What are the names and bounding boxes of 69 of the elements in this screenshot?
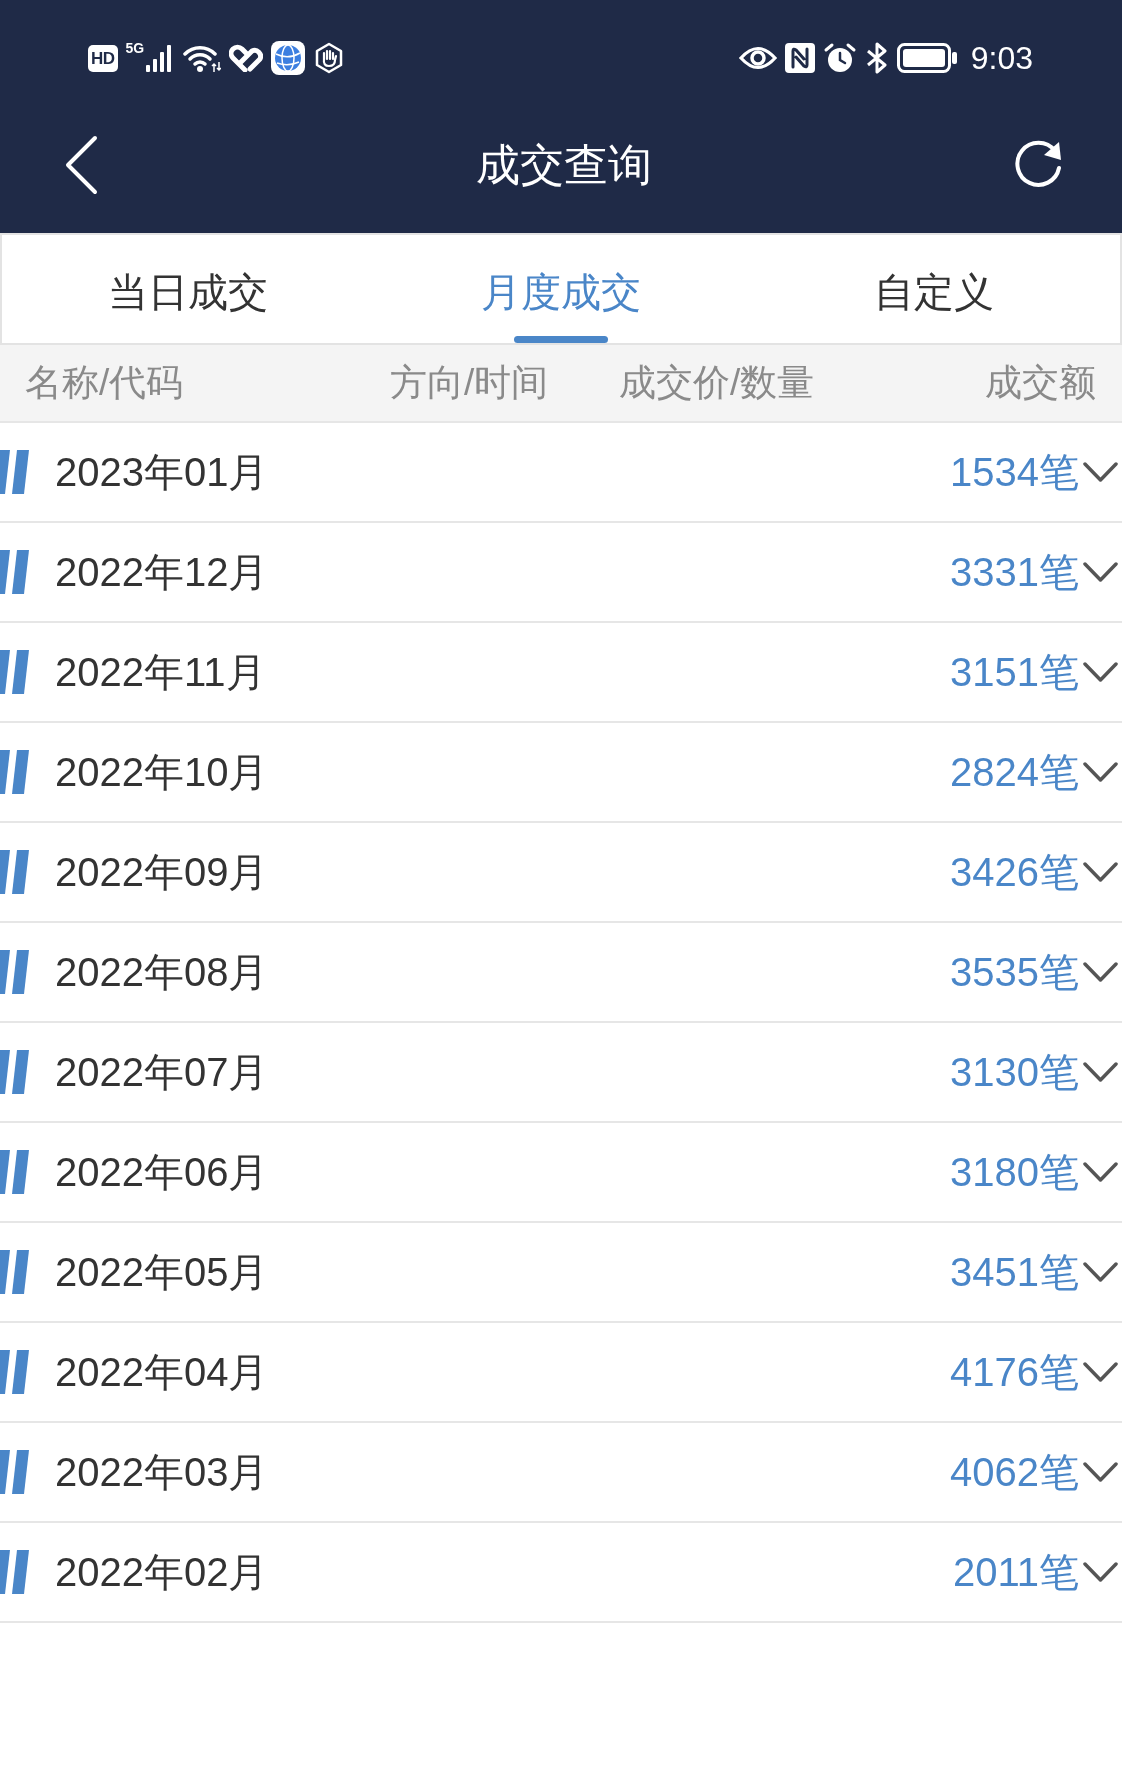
page-title: 成交查询 bbox=[476, 138, 652, 191]
month-label: 2022年07月 bbox=[55, 1049, 269, 1096]
column-header: 成交额 bbox=[985, 361, 1096, 405]
alarm-icon bbox=[822, 42, 857, 74]
chevron-down-icon[interactable] bbox=[1083, 562, 1118, 582]
chevron-down-icon[interactable] bbox=[1083, 1462, 1118, 1482]
stripe-icon bbox=[0, 1250, 29, 1294]
month-label: 2022年02月 bbox=[55, 1549, 269, 1596]
nfc-icon bbox=[784, 43, 815, 73]
network-type: 5G bbox=[125, 41, 145, 55]
stripe-icon bbox=[0, 550, 29, 594]
chevron-down-icon[interactable] bbox=[1083, 762, 1118, 782]
chevron-down-icon[interactable] bbox=[1083, 462, 1118, 482]
back-button[interactable] bbox=[63, 134, 99, 195]
month-label: 2022年06月 bbox=[55, 1149, 269, 1196]
month-label: 2022年04月 bbox=[55, 1349, 269, 1396]
stripe-icon bbox=[0, 1050, 29, 1094]
bluetooth-icon bbox=[864, 42, 889, 74]
column-header: 名称/代码 bbox=[25, 361, 185, 405]
stripe-icon bbox=[0, 850, 29, 894]
globe-app-icon bbox=[271, 41, 306, 75]
trade-count: 3180笔 bbox=[950, 1149, 1079, 1196]
month-label: 2022年08月 bbox=[55, 949, 269, 996]
trade-count: 3331笔 bbox=[950, 549, 1079, 596]
chevron-down-icon[interactable] bbox=[1083, 962, 1118, 982]
stripe-icon bbox=[0, 1150, 29, 1194]
month-label: 2022年05月 bbox=[55, 1249, 269, 1296]
stripe-icon bbox=[0, 950, 29, 994]
trade-count: 3151笔 bbox=[950, 649, 1079, 696]
stripe-icon bbox=[0, 1550, 29, 1594]
eye-icon bbox=[738, 45, 777, 71]
stripe-icon bbox=[0, 750, 29, 794]
chevron-down-icon[interactable] bbox=[1083, 662, 1118, 682]
stripe-icon bbox=[0, 450, 29, 494]
trade-count: 3130笔 bbox=[950, 1049, 1079, 1096]
trade-count: 3451笔 bbox=[950, 1249, 1079, 1296]
month-label: 2022年12月 bbox=[55, 549, 269, 596]
month-label: 2022年03月 bbox=[55, 1449, 269, 1496]
chevron-down-icon[interactable] bbox=[1083, 1562, 1118, 1582]
hd-badge: HD bbox=[88, 44, 118, 72]
stripe-icon bbox=[0, 1450, 29, 1494]
trade-count: 2824笔 bbox=[950, 749, 1079, 796]
trade-count: 1534笔 bbox=[950, 449, 1079, 496]
tab[interactable]: 自定义 bbox=[747, 235, 1120, 343]
wifi-icon bbox=[183, 43, 222, 73]
chevron-down-icon[interactable] bbox=[1083, 862, 1118, 882]
chevron-down-icon[interactable] bbox=[1083, 1162, 1118, 1182]
battery-icon bbox=[896, 43, 957, 73]
heart-icon bbox=[229, 44, 264, 72]
trade-count: 4062笔 bbox=[950, 1449, 1079, 1496]
trade-count: 3426笔 bbox=[950, 849, 1079, 896]
stripe-icon bbox=[0, 1350, 29, 1394]
column-header: 方向/时间 bbox=[390, 361, 550, 405]
chevron-down-icon[interactable] bbox=[1083, 1062, 1118, 1082]
month-label: 2022年10月 bbox=[55, 749, 269, 796]
stripe-icon bbox=[0, 650, 29, 694]
tab[interactable]: 月度成交 bbox=[374, 235, 748, 343]
trade-count: 4176笔 bbox=[950, 1349, 1079, 1396]
column-header: 成交价/数量 bbox=[619, 361, 816, 405]
tab[interactable]: 当日成交 bbox=[2, 235, 375, 343]
status-time: 9:03 bbox=[970, 40, 1033, 76]
chevron-left-icon bbox=[63, 134, 99, 195]
month-label: 2023年01月 bbox=[55, 449, 269, 496]
trade-count: 3535笔 bbox=[950, 949, 1079, 996]
trade-count: 2011笔 bbox=[953, 1549, 1079, 1596]
month-label: 2022年11月 bbox=[55, 649, 266, 696]
chevron-down-icon[interactable] bbox=[1083, 1262, 1118, 1282]
chevron-down-icon[interactable] bbox=[1083, 1362, 1118, 1382]
month-label: 2022年09月 bbox=[55, 849, 269, 896]
